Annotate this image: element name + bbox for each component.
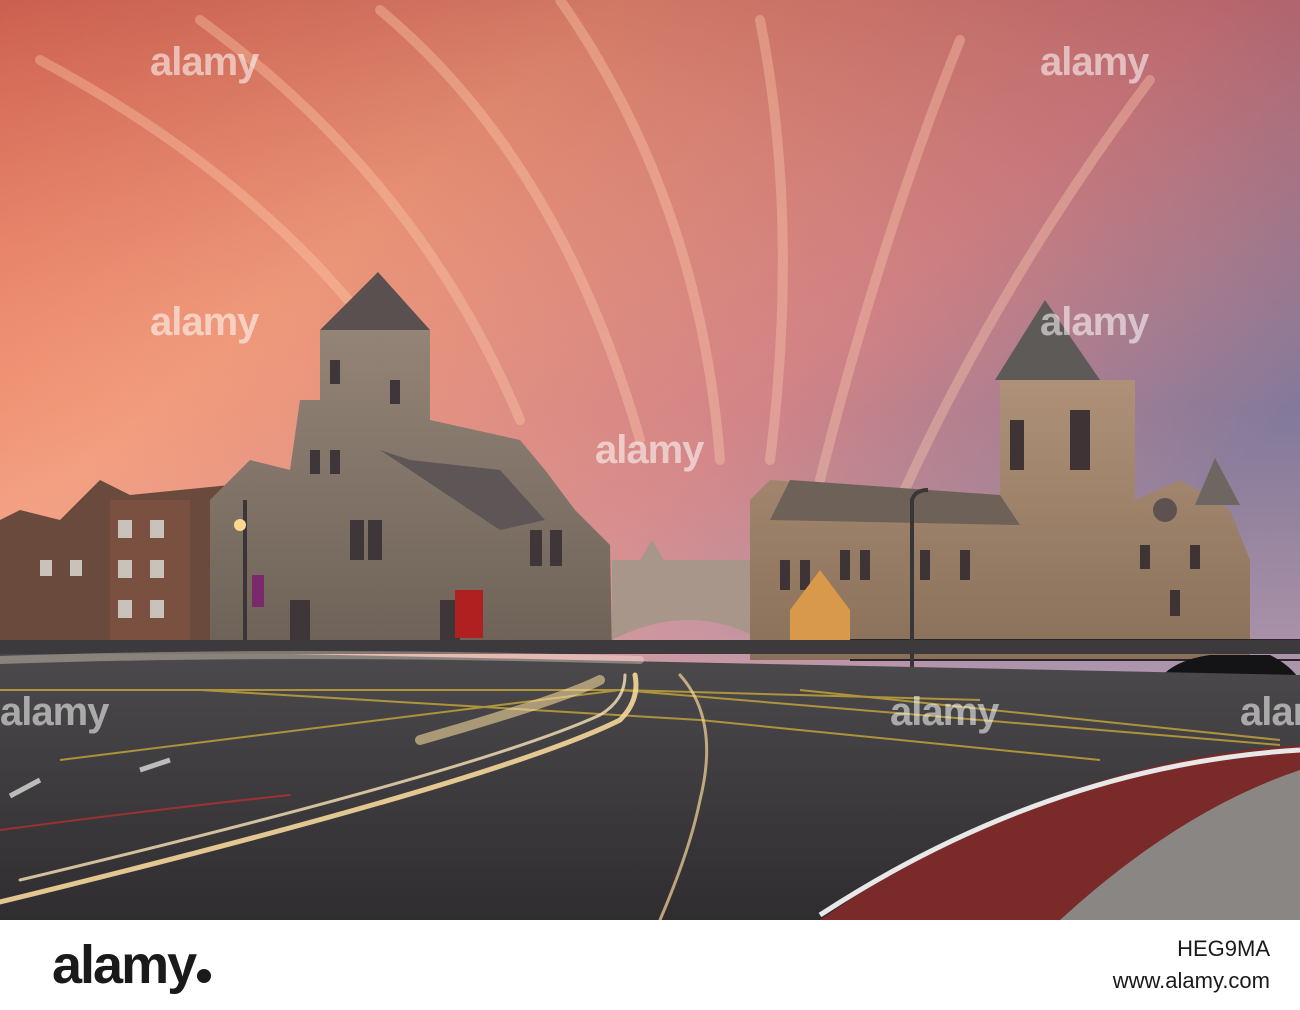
watermark: alamy [150, 40, 259, 84]
image-stage: alamy alamy alamy alamy alamy alamy alam… [0, 0, 1300, 1010]
image-id: HEG9MA [1177, 936, 1270, 961]
logo-dot-icon [197, 969, 212, 983]
watermark: alamy [595, 428, 704, 472]
alamy-logo: alamy [52, 934, 212, 996]
watermark: alamy [1240, 690, 1300, 734]
watermark: alamy [1040, 300, 1149, 344]
watermark: alamy [0, 690, 109, 734]
watermark: alamy [150, 300, 259, 344]
watermark: alamy [1040, 40, 1149, 84]
watermark: alamy [890, 690, 999, 734]
website-url[interactable]: www.alamy.com [1113, 968, 1270, 994]
logo-text: alamy [52, 935, 197, 995]
footer-bar: alamy HEG9MA www.alamy.com [0, 920, 1300, 1010]
